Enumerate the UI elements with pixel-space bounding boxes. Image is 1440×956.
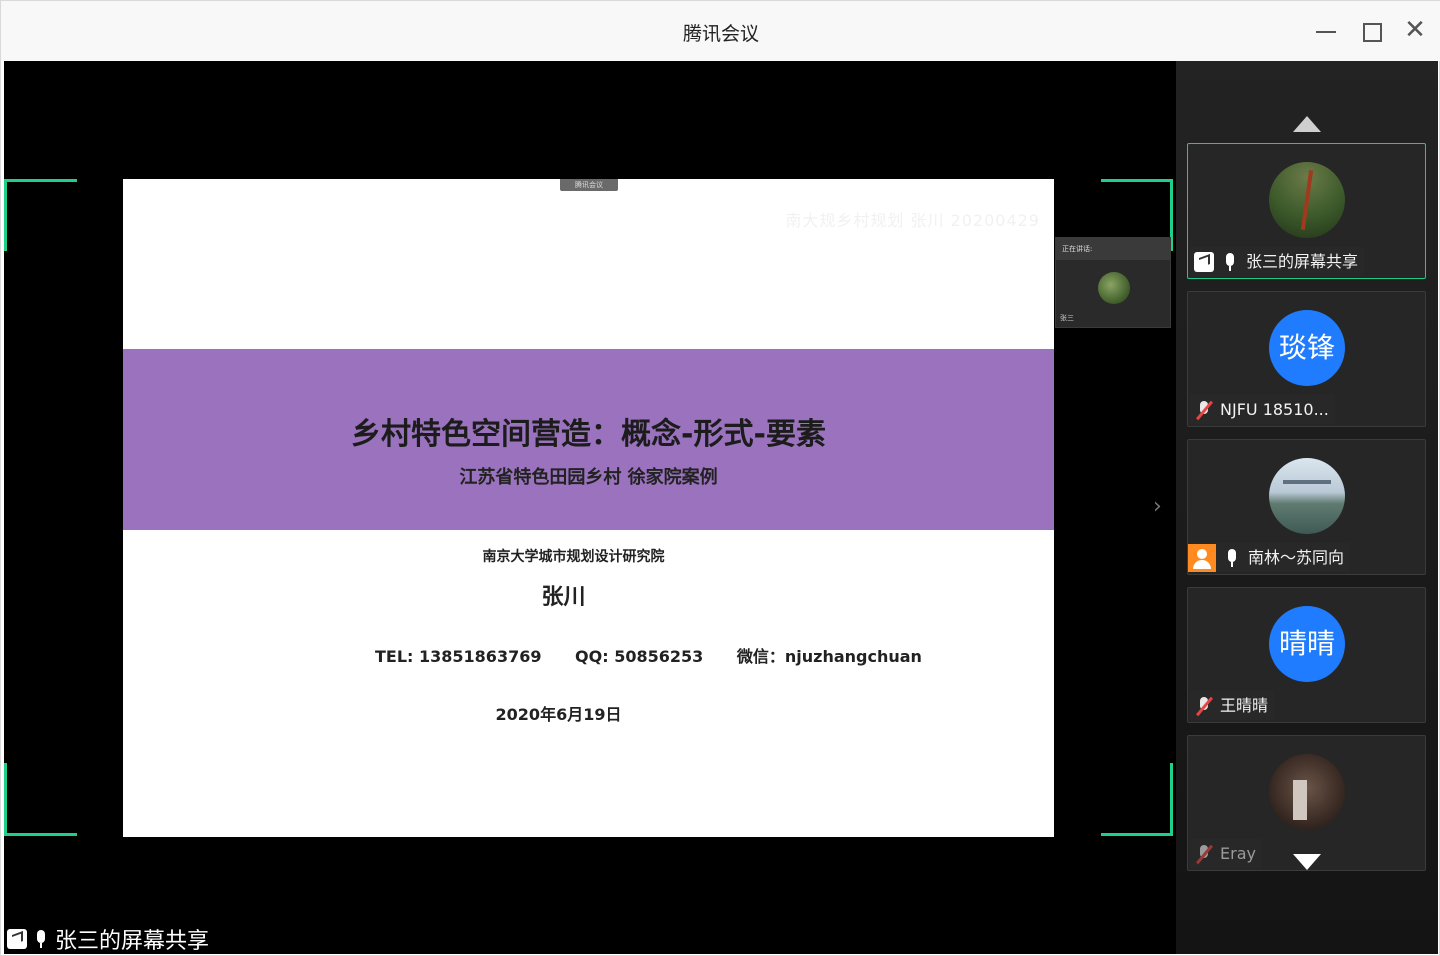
contact-tel: TEL: 13851863769 xyxy=(375,647,542,666)
slide-subtitle: 江苏省特色田园乡村 徐家院案例 xyxy=(459,467,718,488)
participant-name: 南林～苏同向 xyxy=(1248,548,1345,567)
scroll-down-icon[interactable] xyxy=(1293,854,1321,870)
avatar xyxy=(1269,162,1345,238)
participant-name: Eray xyxy=(1220,844,1256,863)
participant-label: Eray xyxy=(1190,839,1262,868)
slide-contact: TEL: 13851863769 QQ: 50856253 微信：njuzhan… xyxy=(375,643,950,667)
participant-tile[interactable]: 晴晴 王晴晴 xyxy=(1187,587,1426,723)
slide-institute: 南京大学城市规划设计研究院 xyxy=(482,549,665,565)
close-button[interactable]: ✕ xyxy=(1403,17,1427,43)
participant-label: 张三的屏幕共享 xyxy=(1190,247,1365,276)
participant-tile[interactable]: Eray xyxy=(1187,735,1426,871)
focus-corner-bottom-left xyxy=(4,763,77,836)
window-title: 腾讯会议 xyxy=(682,23,759,45)
slide-watermark: 南大规乡村规划 张川 20200429 xyxy=(785,211,1040,230)
microphone-muted-icon xyxy=(1194,844,1214,864)
participant-name: 王晴晴 xyxy=(1220,696,1269,715)
screen-share-icon xyxy=(7,929,27,949)
contact-qq: QQ: 50856253 xyxy=(575,647,704,666)
participant-label: 王晴晴 xyxy=(1190,691,1275,720)
mini-view-avatar xyxy=(1098,272,1130,304)
slide-date: 2020年6月19日 xyxy=(495,705,622,724)
screen-share-label-text: 张三的屏幕共享 xyxy=(55,929,210,954)
participant-tile[interactable]: 张三的屏幕共享 xyxy=(1187,143,1426,279)
participant-label: 南林～苏同向 xyxy=(1188,543,1351,572)
slide-top-tag: 腾讯会议 xyxy=(560,179,618,191)
microphone-muted-icon xyxy=(1194,400,1214,420)
participant-label: NJFU 18510... xyxy=(1190,395,1335,424)
microphone-muted-icon xyxy=(1194,696,1214,716)
participant-tile[interactable]: 南林～苏同向 xyxy=(1187,439,1426,575)
meeting-window: 腾讯会议 ✕ 腾讯会议 南大规乡村规划 张川 20200429 乡村特色空间营造… xyxy=(0,0,1440,956)
title-bar: 腾讯会议 ✕ xyxy=(1,1,1440,61)
speaker-mini-view[interactable]: 正在讲话: 张三 xyxy=(1055,237,1171,328)
minimize-button[interactable] xyxy=(1314,19,1338,43)
maximize-button[interactable] xyxy=(1359,19,1383,43)
microphone-icon xyxy=(31,929,51,949)
mini-view-header: 正在讲话: xyxy=(1056,238,1170,260)
slide-author: 张川 xyxy=(541,585,586,610)
focus-corner-bottom-right xyxy=(1101,763,1173,836)
avatar: 晴晴 xyxy=(1269,606,1345,682)
screen-share-label: 张三的屏幕共享 xyxy=(7,923,209,955)
avatar: 琰锋 xyxy=(1269,310,1345,386)
participant-name: NJFU 18510... xyxy=(1220,400,1329,419)
slide-title: 乡村特色空间营造：概念-形式-要素 xyxy=(351,417,826,452)
presentation-slide: 腾讯会议 南大规乡村规划 张川 20200429 乡村特色空间营造：概念-形式-… xyxy=(123,179,1054,837)
avatar xyxy=(1269,458,1345,534)
participant-name: 张三的屏幕共享 xyxy=(1246,252,1359,271)
contact-wechat: 微信：njuzhangchuan xyxy=(736,647,922,666)
mini-view-footer: 张三 xyxy=(1060,314,1074,322)
focus-corner-top-left xyxy=(4,179,77,251)
scroll-up-icon[interactable] xyxy=(1293,116,1321,132)
chevron-right-icon[interactable]: › xyxy=(1153,496,1173,518)
microphone-icon xyxy=(1220,252,1240,272)
host-user-icon xyxy=(1188,543,1216,572)
microphone-icon xyxy=(1222,548,1242,568)
avatar xyxy=(1269,754,1345,830)
participant-tile[interactable]: 琰锋 NJFU 18510... xyxy=(1187,291,1426,427)
screen-share-icon xyxy=(1194,251,1214,272)
